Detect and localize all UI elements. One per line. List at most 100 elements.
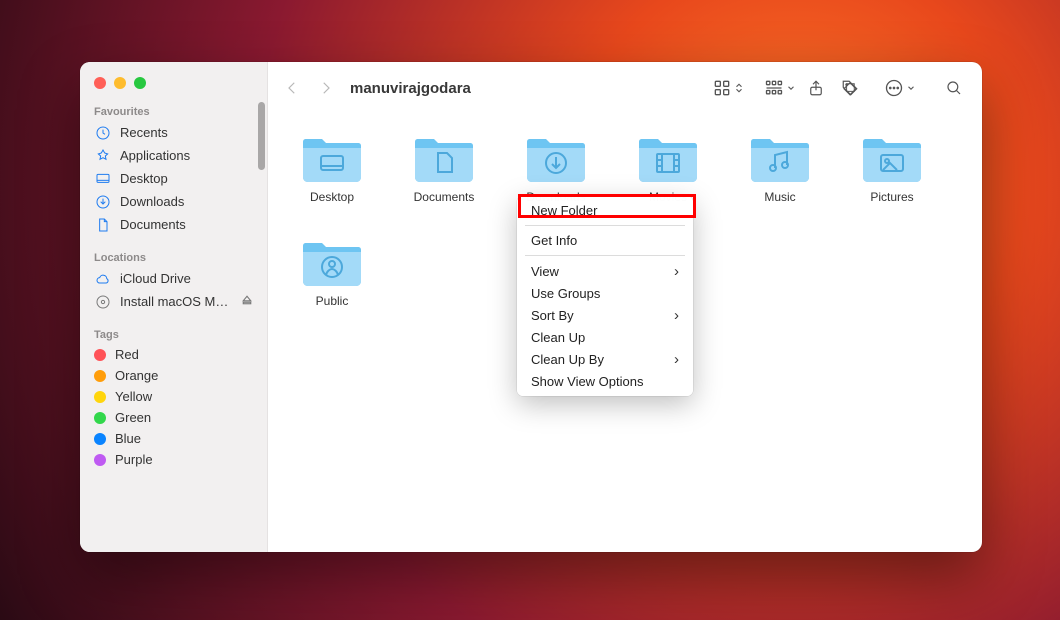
sidebar-section-header: Tags [80, 323, 267, 344]
minimize-button[interactable] [114, 77, 126, 89]
folder-label: Pictures [870, 190, 913, 204]
sidebar-section-header: Favourites [80, 100, 267, 121]
sidebar-item-label: Blue [115, 431, 253, 446]
sidebar-item-downloads[interactable]: Downloads [80, 190, 267, 213]
folder-icon [523, 130, 589, 184]
context-menu-item-show-view-options[interactable]: Show View Options [517, 371, 693, 392]
sidebar-item-label: Orange [115, 368, 253, 383]
folder-icon [635, 130, 701, 184]
group-by-button[interactable] [764, 78, 796, 98]
sidebar-item-install-macos-mon-[interactable]: Install macOS Mon… [80, 290, 267, 313]
sidebar-item-recents[interactable]: Recents [80, 121, 267, 144]
sidebar-item-label: Recents [120, 125, 253, 140]
doc-icon [94, 216, 111, 233]
chevron-right-icon [674, 307, 679, 324]
sidebar-item-label: Desktop [120, 171, 253, 186]
context-menu-item-label: Clean Up By [531, 352, 604, 367]
folder-icon [859, 130, 925, 184]
context-menu-item-label: Sort By [531, 308, 574, 323]
zoom-button[interactable] [134, 77, 146, 89]
folder-movies[interactable]: Movies [632, 130, 704, 204]
sidebar-item-desktop[interactable]: Desktop [80, 167, 267, 190]
back-button[interactable] [278, 74, 306, 102]
window-title: manuvirajgodara [350, 80, 471, 97]
toolbar: manuvirajgodara [268, 62, 982, 114]
context-menu-item-clean-up-by[interactable]: Clean Up By [517, 348, 693, 371]
context-menu-separator [525, 255, 685, 256]
disk-icon [94, 293, 111, 310]
sidebar-section-header: Locations [80, 246, 267, 267]
window-controls [80, 62, 267, 100]
more-actions-button[interactable] [884, 78, 916, 98]
context-menu-item-view[interactable]: View [517, 260, 693, 283]
folder-public[interactable]: Public [296, 234, 368, 308]
sidebar-item-yellow[interactable]: Yellow [80, 386, 267, 407]
clock-icon [94, 124, 111, 141]
cloud-icon [94, 270, 111, 287]
folder-label: Music [764, 190, 795, 204]
context-menu-item-clean-up[interactable]: Clean Up [517, 327, 693, 348]
apps-icon [94, 147, 111, 164]
folder-icon [299, 130, 365, 184]
context-menu-separator [525, 225, 685, 226]
folder-music[interactable]: Music [744, 130, 816, 204]
folder-desktop[interactable]: Desktop [296, 130, 368, 204]
sidebar-item-applications[interactable]: Applications [80, 144, 267, 167]
sidebar-item-documents[interactable]: Documents [80, 213, 267, 236]
tag-dot-icon [94, 433, 106, 445]
sidebar-item-purple[interactable]: Purple [80, 449, 267, 470]
folder-documents[interactable]: Documents [408, 130, 480, 204]
desktop-icon [94, 170, 111, 187]
share-button[interactable] [802, 74, 830, 102]
tags-button[interactable] [836, 74, 864, 102]
sidebar-item-label: Downloads [120, 194, 253, 209]
context-menu-item-label: New Folder [531, 203, 597, 218]
chevron-right-icon [674, 263, 679, 280]
sidebar-scrollbar[interactable] [258, 102, 265, 170]
chevron-right-icon [674, 351, 679, 368]
sidebar-item-label: Red [115, 347, 253, 362]
view-mode-button[interactable] [712, 78, 744, 98]
download-icon [94, 193, 111, 210]
folder-pictures[interactable]: Pictures [856, 130, 928, 204]
sidebar-item-green[interactable]: Green [80, 407, 267, 428]
sidebar-item-blue[interactable]: Blue [80, 428, 267, 449]
context-menu-item-get-info[interactable]: Get Info [517, 230, 693, 251]
tag-dot-icon [94, 412, 106, 424]
sidebar-item-label: Documents [120, 217, 253, 232]
context-menu-item-use-groups[interactable]: Use Groups [517, 283, 693, 304]
context-menu-item-sort-by[interactable]: Sort By [517, 304, 693, 327]
sidebar-item-icloud-drive[interactable]: iCloud Drive [80, 267, 267, 290]
context-menu: New Folder Get Info View Use Groups Sort By C… [517, 196, 693, 396]
tag-dot-icon [94, 391, 106, 403]
context-menu-item-new-folder[interactable]: New Folder [517, 200, 693, 221]
context-menu-item-label: Use Groups [531, 286, 600, 301]
sidebar-item-label: Applications [120, 148, 253, 163]
context-menu-item-label: Clean Up [531, 330, 585, 345]
folder-label: Public [316, 294, 349, 308]
sidebar: Favourites Recents Applications Desktop Down… [80, 62, 268, 552]
folder-label: Documents [414, 190, 475, 204]
folder-label: Desktop [310, 190, 354, 204]
search-button[interactable] [940, 74, 968, 102]
sidebar-item-label: Green [115, 410, 253, 425]
close-button[interactable] [94, 77, 106, 89]
sidebar-item-label: Yellow [115, 389, 253, 404]
folder-downloads[interactable]: Downloads [520, 130, 592, 204]
context-menu-item-label: Get Info [531, 233, 577, 248]
sidebar-item-label: Install macOS Mon… [120, 294, 232, 309]
tag-dot-icon [94, 349, 106, 361]
sidebar-item-label: iCloud Drive [120, 271, 253, 286]
sidebar-item-orange[interactable]: Orange [80, 365, 267, 386]
context-menu-item-label: View [531, 264, 559, 279]
sidebar-item-label: Purple [115, 452, 253, 467]
forward-button[interactable] [312, 74, 340, 102]
sidebar-item-red[interactable]: Red [80, 344, 267, 365]
tag-dot-icon [94, 454, 106, 466]
eject-icon[interactable] [241, 294, 253, 309]
folder-icon [299, 234, 365, 288]
tag-dot-icon [94, 370, 106, 382]
folder-icon [747, 130, 813, 184]
folder-icon [411, 130, 477, 184]
context-menu-item-label: Show View Options [531, 374, 644, 389]
